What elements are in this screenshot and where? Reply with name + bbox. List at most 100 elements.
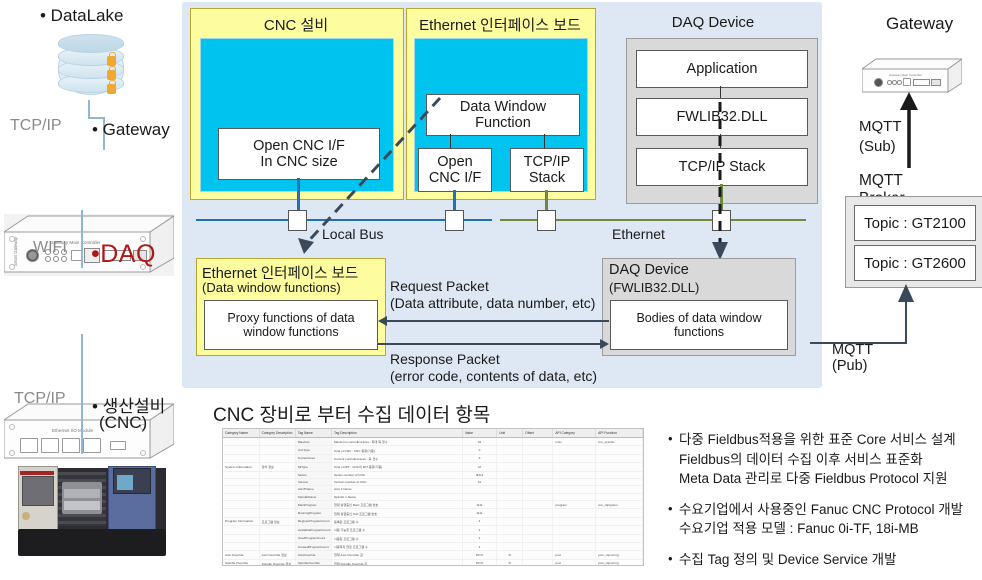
proxy-functions-box: Proxy functions of data window functions [204, 300, 378, 350]
table-cell [522, 445, 554, 455]
table-cell [522, 437, 554, 447]
table-cell: MtType [295, 462, 332, 472]
table-row[interactable]: System Information 장비 정보 MtType Kind of M/T… [223, 462, 643, 472]
right-gateway-device-caption: Gateway Main Controller [889, 73, 923, 77]
table-cell: System Information [223, 462, 260, 472]
table-cell [223, 542, 260, 552]
table-row[interactable]: MainProgram 현재 실행중인 Main 프로그램 번호 1111 progr… [223, 500, 643, 510]
topic-item-2-label: Topic : GT2600 [864, 254, 966, 272]
table-cell: SpindleName [295, 493, 332, 502]
right-gateway-title: Gateway [886, 14, 954, 33]
table-row[interactable]: RunningProgram 현재 실행중인 Sub 프로그램 번호 1111 [223, 508, 643, 518]
table-cell: 사용된 프로그램 수 [331, 534, 463, 543]
table-cell [462, 493, 498, 502]
table-row[interactable]: Version Version number of CNC 31 [223, 478, 643, 487]
table-cell: Spindle 1 Name [331, 493, 463, 502]
table-row[interactable]: UsedProgramCount 사용된 프로그램 수1 [223, 534, 643, 543]
table-col-api-function: API Function [595, 429, 643, 438]
mqtt-broker-box: Topic : GT2100 Topic : GT2600 [845, 196, 982, 288]
table-cell [552, 542, 597, 552]
dwf-open-cnc-connector [450, 134, 452, 148]
table-cell [595, 445, 643, 455]
tcpip-stack-small-box: TCP/IP Stack [510, 148, 584, 192]
list-item-line: 수요기업에서 사용중인 Fanuc CNC Protocol 개발 [679, 501, 964, 517]
local-bus-node-2 [445, 210, 464, 231]
table-row[interactable]: Axis Override Axis Override 정보 AxisOverrid… [223, 550, 643, 560]
table-cell [259, 508, 296, 518]
table-cell [552, 525, 597, 535]
table-col-category-name: Category Name [223, 429, 260, 438]
table-cell: CncType [295, 445, 332, 455]
table-col-value: Value [462, 429, 498, 438]
table-cell: Spindle Override 정보 [259, 559, 296, 565]
io-module-caption: Ethernet I/O Module [52, 428, 94, 433]
open-cnc-if-small-text: Open CNC I/F [428, 153, 482, 186]
table-row[interactable]: SpindleName Spindle 1 Name [223, 493, 643, 502]
list-item: • 수집 Tag 정의 및 Device Service 개발 [668, 550, 978, 570]
table-cell: Version number of CNC [331, 478, 463, 487]
response-packet-arrow-line [378, 343, 600, 345]
table-row[interactable]: AvailableProgramCount 사용 가능한 프로그램 수1 [223, 525, 643, 535]
table-cell [223, 445, 260, 455]
table-row[interactable]: MaxAxis Maximum controlled axes : 최대 축 갯수… [223, 437, 643, 447]
table-cell [522, 517, 554, 527]
table-cell [595, 462, 643, 472]
list-item-text: 수요기업에서 사용중인 Fanuc CNC Protocol 개발 수요기업 적용… [679, 500, 963, 539]
table-cell [522, 534, 554, 543]
table-cell [522, 462, 554, 472]
table-cell [223, 471, 260, 479]
table-cell [595, 493, 643, 502]
table-cell: pmc [552, 559, 597, 565]
table-cell [552, 462, 597, 472]
table-cell [223, 508, 260, 518]
table-cell: Axis 1 Name [331, 485, 463, 494]
table-row[interactable]: CurrentAxes Current controlled axes : 축 갯… [223, 454, 643, 464]
table-cell: Series number of CNC [331, 471, 463, 479]
table-cell: 현재 Spindle Override 값 [331, 559, 463, 565]
table-cell [496, 478, 524, 487]
table-cell [259, 454, 296, 464]
table-cell: 1111 [462, 500, 498, 510]
table-row[interactable]: AxisTName Axis 1 Name [223, 485, 643, 494]
daq-application-text: Application [686, 60, 758, 77]
table-cell [552, 471, 597, 479]
table-cell [522, 493, 554, 502]
table-cell: Version [295, 478, 332, 487]
table-cell [522, 500, 554, 510]
table-row[interactable]: Series Series number of CNC 0i411 [223, 471, 643, 479]
topic-item-1[interactable]: Topic : GT2100 [854, 205, 976, 241]
table-header-row: Category Name Category Description Tag N… [223, 429, 643, 438]
table-cell [552, 478, 597, 487]
table-cell: 사용하지 않은 프로그램 수 [331, 542, 463, 552]
table-cell [552, 534, 597, 543]
table-cell [522, 525, 554, 535]
local-bus-label: Local Bus [322, 226, 384, 242]
table-row[interactable]: UnusedProgramCount 사용하지 않은 프로그램 수1 [223, 542, 643, 552]
table-row[interactable]: Spindle Override Spindle Override 정보 Spind… [223, 559, 643, 565]
table-cell: 3 [462, 454, 498, 464]
table-cell: Series [295, 471, 332, 479]
table-cell: misc [552, 437, 597, 447]
table-cell: 1 [462, 542, 498, 552]
cnc-label-line2: (CNC) [99, 413, 148, 432]
left-column: • DataLake TCP/IP • Gateway Gateway Main… [0, 0, 182, 568]
daq-application-box: Application [636, 50, 808, 88]
list-item-line: Meta Data 관리로 다중 Fieldbus Protocol 지원 [679, 471, 948, 487]
table-cell [259, 471, 296, 479]
table-row[interactable]: Program Information 프로그램 정보 RegisterProgra… [223, 517, 643, 527]
table-cell: 1 [462, 525, 498, 535]
table-row[interactable]: CncType Kind of CNC : CNC 종류(기종) 0 [223, 445, 643, 455]
ethernet-bus-label: Ethernet [612, 226, 665, 242]
cnc-group-title: CNC 설비 [263, 17, 329, 34]
table-cell [522, 485, 554, 494]
cnc-machine-image [12, 452, 172, 556]
ethernet-board-group-title: Ethernet 인터페이스 보드 [419, 17, 581, 34]
collected-data-table[interactable]: Category Name Category Description Tag N… [222, 428, 644, 566]
topic-item-2[interactable]: Topic : GT2600 [854, 245, 976, 281]
table-cell [595, 542, 643, 552]
open-cnc-if-small-box: Open CNC I/F [418, 148, 492, 192]
dwf-tcpip-connector [544, 134, 546, 148]
table-cell: 1111 [462, 508, 498, 518]
table-cell [223, 493, 260, 502]
table-cell: 32 [462, 437, 498, 447]
